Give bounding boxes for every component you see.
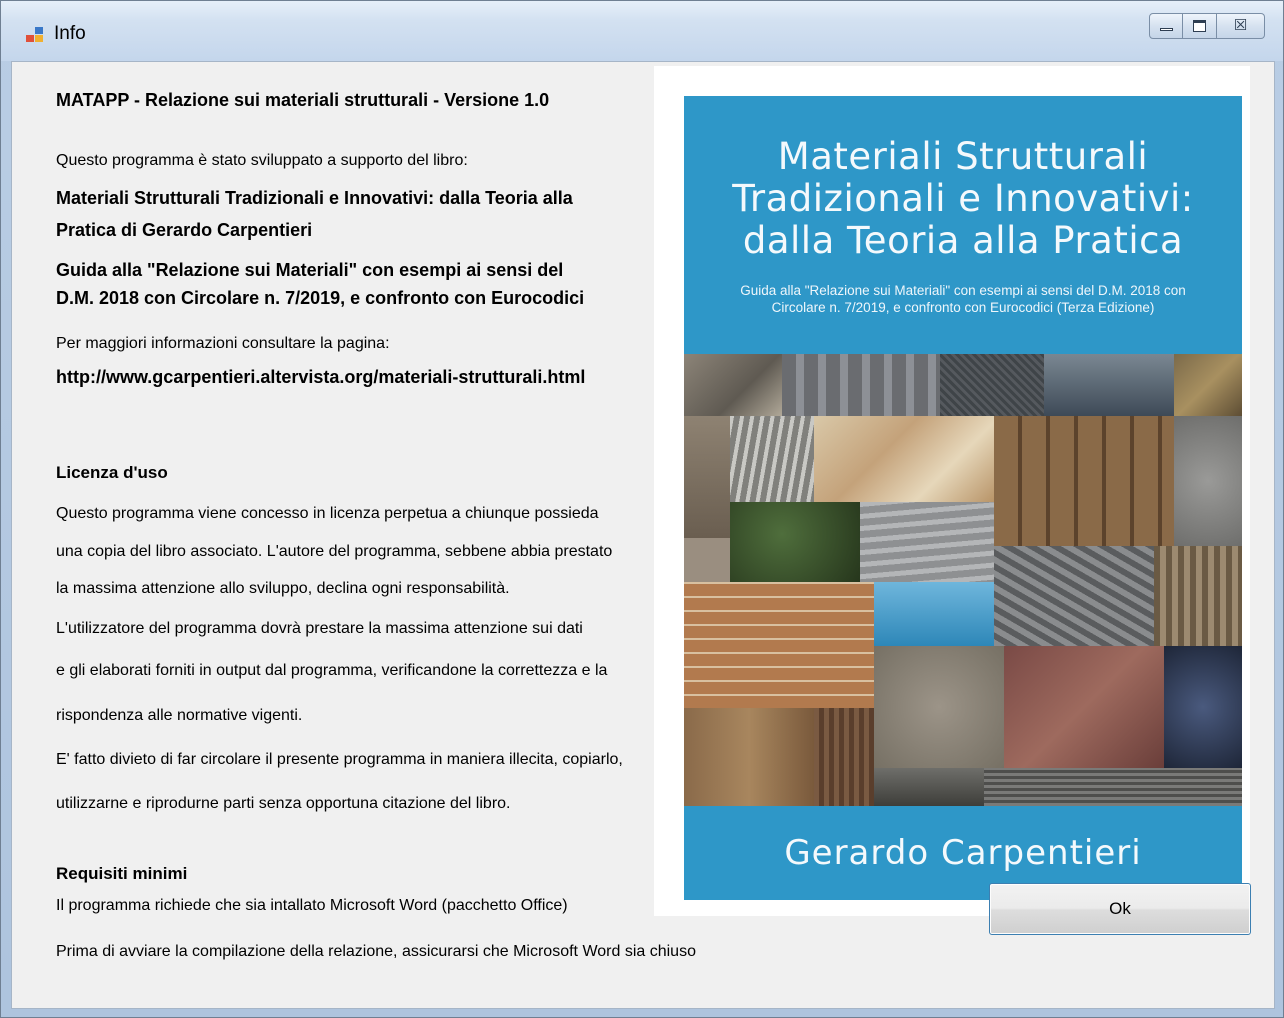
dialog-client-area: MATAPP - Relazione sui materiali struttu…: [11, 61, 1275, 1009]
minimize-icon: [1160, 28, 1173, 31]
maximize-button[interactable]: [1183, 13, 1217, 39]
app-window-icon: [26, 27, 44, 43]
license-line: una copia del libro associato. L'autore …: [56, 543, 613, 560]
window-title: Info: [54, 23, 86, 44]
requirements-text: Il programma richiede che sia intallato …: [56, 897, 568, 914]
cover-subtitle: Guida alla "Relazione sui Materiali" con…: [684, 282, 1242, 316]
book-cover-image: Materiali Strutturali Tradizionali e Inn…: [684, 96, 1242, 900]
license-line: E' fatto divieto di far circolare il pre…: [56, 751, 623, 768]
license-heading: Licenza d'uso: [56, 463, 168, 482]
book-cover-frame: Materiali Strutturali Tradizionali e Inn…: [654, 66, 1250, 916]
app-title: MATAPP - Relazione sui materiali struttu…: [56, 90, 550, 110]
license-line: rispondenza alle normative vigenti.: [56, 707, 303, 724]
requirements-heading: Requisiti minimi: [56, 864, 188, 883]
cover-title: Materiali Strutturali Tradizionali e Inn…: [684, 136, 1242, 262]
close-icon: ☒: [1233, 17, 1248, 34]
maximize-icon: [1193, 20, 1206, 32]
minimize-button[interactable]: [1149, 13, 1183, 39]
info-window: Info ☒ MATAPP - Relazione sui materiali …: [0, 0, 1284, 1018]
intro-text: Questo programma è stato sviluppato a su…: [56, 152, 468, 169]
ok-button[interactable]: Ok: [989, 883, 1251, 935]
cover-title-line: Materiali Strutturali: [777, 135, 1149, 178]
cover-title-line: dalla Teoria alla Pratica: [742, 219, 1184, 262]
caption-buttons: ☒: [1149, 13, 1265, 39]
book-title-line1: Materiali Strutturali Tradizionali e Inn…: [56, 188, 573, 208]
warning-text: Prima di avviare la compilazione della r…: [56, 943, 696, 960]
license-line: la massima attenzione allo sviluppo, dec…: [56, 580, 510, 597]
website-url[interactable]: http://www.gcarpentieri.altervista.org/m…: [56, 367, 585, 388]
title-bar[interactable]: Info ☒: [1, 1, 1283, 61]
guide-line2: D.M. 2018 con Circolare n. 7/2019, e con…: [56, 288, 585, 308]
more-info-text: Per maggiori informazioni consultare la …: [56, 335, 390, 352]
license-line: Questo programma viene concesso in licen…: [56, 505, 599, 522]
close-button[interactable]: ☒: [1217, 13, 1265, 39]
guide-line1: Guida alla "Relazione sui Materiali" con…: [56, 260, 564, 280]
license-line: utilizzarne e riprodurne parti senza opp…: [56, 795, 511, 812]
cover-subtitle-line: Circolare n. 7/2019, e confronto con Eur…: [771, 300, 1155, 315]
cover-subtitle-line: Guida alla "Relazione sui Materiali" con…: [740, 283, 1186, 298]
material-photo-mosaic: [684, 354, 1242, 806]
cover-title-line: Tradizionali e Innovativi:: [732, 177, 1194, 220]
book-title-line2: Pratica di Gerardo Carpentieri: [56, 220, 313, 240]
cover-author: Gerardo Carpentieri: [784, 833, 1142, 873]
license-line: e gli elaborati forniti in output dal pr…: [56, 662, 608, 679]
license-line: L'utilizzatore del programma dovrà prest…: [56, 620, 583, 637]
